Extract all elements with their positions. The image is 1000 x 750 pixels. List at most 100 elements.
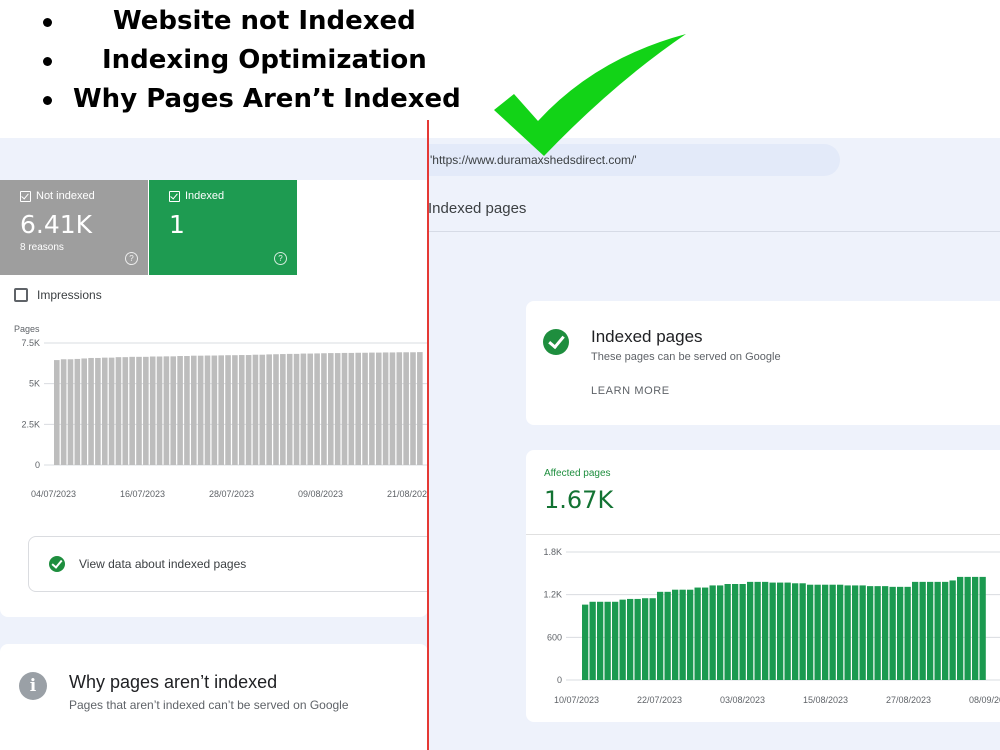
chart-bar[interactable] bbox=[957, 576, 964, 680]
chart-bar[interactable] bbox=[687, 589, 694, 680]
chart-bar[interactable] bbox=[649, 598, 656, 680]
chart-bar[interactable] bbox=[612, 601, 619, 680]
chart-bar[interactable] bbox=[286, 353, 293, 465]
chart-bar[interactable] bbox=[403, 352, 409, 465]
chart-bar[interactable] bbox=[694, 587, 701, 680]
chart-bar[interactable] bbox=[739, 584, 746, 680]
chart-bar[interactable] bbox=[732, 584, 739, 680]
chart-bar[interactable] bbox=[149, 356, 156, 465]
chart-bar[interactable] bbox=[389, 352, 396, 465]
chart-bar[interactable] bbox=[754, 581, 761, 680]
chart-bar[interactable] bbox=[717, 585, 724, 680]
chart-bar[interactable] bbox=[341, 352, 348, 465]
chart-bar[interactable] bbox=[163, 356, 170, 465]
chart-bar[interactable] bbox=[799, 583, 806, 680]
chart-bar[interactable] bbox=[859, 585, 866, 680]
chart-bar[interactable] bbox=[273, 354, 279, 465]
chart-bar[interactable] bbox=[724, 584, 731, 680]
chart-bar[interactable] bbox=[604, 601, 611, 680]
chart-bar[interactable] bbox=[679, 589, 686, 680]
chart-bar[interactable] bbox=[362, 352, 368, 465]
chart-bar[interactable] bbox=[942, 581, 949, 680]
chart-bar[interactable] bbox=[122, 357, 129, 465]
chart-bar[interactable] bbox=[170, 356, 177, 465]
chart-bar[interactable] bbox=[619, 599, 626, 680]
chart-bar[interactable] bbox=[348, 352, 355, 465]
chart-bar[interactable] bbox=[912, 581, 919, 680]
chart-bar[interactable] bbox=[54, 360, 60, 465]
chart-bar[interactable] bbox=[225, 355, 231, 465]
chart-bar[interactable] bbox=[60, 359, 67, 465]
chart-bar[interactable] bbox=[642, 598, 649, 680]
chart-bar[interactable] bbox=[814, 584, 821, 680]
chart-bar[interactable] bbox=[410, 352, 416, 465]
chart-bar[interactable] bbox=[136, 356, 142, 465]
chart-bar[interactable] bbox=[777, 582, 784, 680]
chart-bar[interactable] bbox=[81, 358, 87, 465]
chart-bar[interactable] bbox=[882, 586, 889, 680]
chart-bar[interactable] bbox=[259, 354, 266, 465]
chart-bar[interactable] bbox=[321, 353, 327, 465]
chart-bar[interactable] bbox=[949, 580, 956, 680]
chart-bar[interactable] bbox=[238, 355, 245, 465]
learn-more-link[interactable]: LEARN MORE bbox=[591, 385, 670, 397]
chart-bar[interactable] bbox=[822, 584, 829, 680]
chart-bar[interactable] bbox=[355, 352, 361, 465]
chart-bar[interactable] bbox=[709, 585, 716, 680]
help-icon[interactable]: ? bbox=[274, 252, 287, 265]
chart-bar[interactable] bbox=[634, 598, 641, 680]
chart-bar[interactable] bbox=[829, 584, 836, 680]
chart-bar[interactable] bbox=[369, 352, 375, 465]
chart-bar[interactable] bbox=[852, 585, 859, 680]
chart-bar[interactable] bbox=[664, 591, 671, 680]
chart-bar[interactable] bbox=[328, 353, 334, 465]
chart-bar[interactable] bbox=[897, 586, 904, 680]
chart-bar[interactable] bbox=[972, 576, 979, 680]
chart-bar[interactable] bbox=[204, 355, 211, 465]
chart-bar[interactable] bbox=[769, 582, 776, 680]
chart-bar[interactable] bbox=[589, 601, 596, 680]
chart-bar[interactable] bbox=[597, 601, 604, 680]
chart-bar[interactable] bbox=[382, 352, 389, 465]
chart-bar[interactable] bbox=[143, 356, 149, 465]
chart-bar[interactable] bbox=[762, 581, 769, 680]
chart-bar[interactable] bbox=[95, 357, 101, 465]
chart-bar[interactable] bbox=[889, 586, 896, 680]
chart-bar[interactable] bbox=[177, 356, 183, 465]
impressions-toggle[interactable]: Impressions bbox=[14, 288, 102, 302]
not-indexed-tile[interactable]: Not indexed 6.41K 8 reasons ? bbox=[0, 180, 148, 275]
chart-bar[interactable] bbox=[211, 355, 218, 465]
chart-bar[interactable] bbox=[108, 357, 115, 465]
chart-bar[interactable] bbox=[218, 355, 224, 465]
view-indexed-data-button[interactable]: View data about indexed pages bbox=[28, 536, 428, 592]
chart-bar[interactable] bbox=[964, 576, 971, 680]
chart-bar[interactable] bbox=[184, 356, 190, 465]
chart-bar[interactable] bbox=[867, 586, 874, 680]
chart-bar[interactable] bbox=[101, 357, 108, 465]
chart-bar[interactable] bbox=[919, 581, 926, 680]
chart-bar[interactable] bbox=[702, 587, 709, 680]
chart-bar[interactable] bbox=[837, 584, 844, 680]
chart-bar[interactable] bbox=[293, 353, 300, 465]
chart-bar[interactable] bbox=[88, 357, 94, 465]
chart-bar[interactable] bbox=[582, 604, 589, 680]
chart-bar[interactable] bbox=[979, 576, 986, 680]
chart-bar[interactable] bbox=[232, 355, 238, 465]
help-icon[interactable]: ? bbox=[125, 252, 138, 265]
chart-bar[interactable] bbox=[874, 586, 881, 680]
chart-bar[interactable] bbox=[657, 591, 664, 680]
chart-bar[interactable] bbox=[245, 355, 252, 465]
chart-bar[interactable] bbox=[375, 352, 382, 465]
chart-bar[interactable] bbox=[74, 358, 81, 465]
chart-bar[interactable] bbox=[266, 354, 272, 465]
chart-bar[interactable] bbox=[197, 355, 204, 465]
chart-bar[interactable] bbox=[934, 581, 941, 680]
chart-bar[interactable] bbox=[115, 357, 122, 465]
chart-bar[interactable] bbox=[396, 352, 403, 465]
chart-bar[interactable] bbox=[191, 355, 197, 465]
chart-bar[interactable] bbox=[314, 353, 320, 465]
checkbox-unchecked-icon[interactable] bbox=[14, 288, 28, 302]
chart-bar[interactable] bbox=[927, 581, 934, 680]
chart-bar[interactable] bbox=[672, 589, 679, 680]
chart-bar[interactable] bbox=[252, 354, 259, 465]
